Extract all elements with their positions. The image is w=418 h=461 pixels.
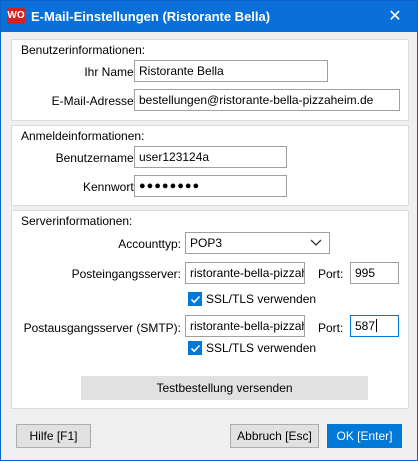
incoming-ssl-label[interactable]: SSL/TLS verwenden <box>206 292 316 306</box>
email-settings-dialog: WO E-Mail-Einstellungen (Ristorante Bell… <box>0 0 418 461</box>
email-label: E-Mail-Adresse: <box>51 94 137 108</box>
email-input[interactable]: bestellungen@ristorante-bella-pizzaheim.… <box>134 89 400 111</box>
login-info-panel: Anmeldeinformationen: Benutzername: user… <box>11 125 409 206</box>
server-info-panel: Serverinformationen: Accounttyp: POP3 Po… <box>11 210 409 409</box>
incoming-port-label: Port: <box>318 267 344 281</box>
close-button[interactable]: ✕ <box>373 1 417 32</box>
password-input[interactable]: ●●●●●●●● <box>134 175 287 197</box>
incoming-server-input[interactable]: ristorante-bella-pizzah <box>185 262 305 284</box>
help-button[interactable]: Hilfe [F1] <box>16 424 91 448</box>
outgoing-port-value: 587 <box>355 319 376 333</box>
username-input[interactable]: user123124a <box>134 146 287 168</box>
incoming-port-input[interactable]: 995 <box>350 262 399 284</box>
login-info-section-title: Anmeldeinformationen: <box>21 129 145 143</box>
outgoing-ssl-label[interactable]: SSL/TLS verwenden <box>206 341 316 355</box>
username-label: Benutzername: <box>55 151 137 165</box>
user-info-section-title: Benutzerinformationen: <box>21 43 146 57</box>
outgoing-server-label: Postausgangsserver (SMTP): <box>23 321 181 335</box>
text-caret <box>376 319 378 332</box>
checkmark-icon <box>190 295 201 304</box>
window-title: E-Mail-Einstellungen (Ristorante Bella) <box>31 9 271 24</box>
chevron-down-icon <box>310 239 322 246</box>
user-info-panel: Benutzerinformationen: Ihr Name: Ristora… <box>11 39 409 121</box>
server-info-section-title: Serverinformationen: <box>21 214 133 228</box>
outgoing-port-input[interactable]: 587 <box>350 315 399 337</box>
name-label: Ihr Name: <box>84 65 137 79</box>
name-input[interactable]: Ristorante Bella <box>134 60 328 82</box>
outgoing-server-input[interactable]: ristorante-bella-pizzah <box>185 315 305 337</box>
account-type-select[interactable]: POP3 <box>185 232 330 254</box>
account-type-value: POP3 <box>190 236 223 250</box>
title-bar: WO E-Mail-Einstellungen (Ristorante Bell… <box>1 1 417 32</box>
outgoing-ssl-checkbox[interactable] <box>188 341 202 355</box>
incoming-ssl-checkbox[interactable] <box>188 292 202 306</box>
outgoing-port-label: Port: <box>318 321 344 335</box>
account-type-label: Accounttyp: <box>118 237 181 251</box>
test-order-button[interactable]: Testbestellung versenden <box>81 376 368 400</box>
app-logo-icon: WO <box>7 8 25 24</box>
cancel-button[interactable]: Abbruch [Esc] <box>230 424 319 448</box>
ok-button[interactable]: OK [Enter] <box>327 424 402 448</box>
incoming-server-label: Posteingangsserver: <box>71 267 181 281</box>
password-label: Kennwort: <box>82 180 137 194</box>
checkmark-icon <box>190 344 201 353</box>
